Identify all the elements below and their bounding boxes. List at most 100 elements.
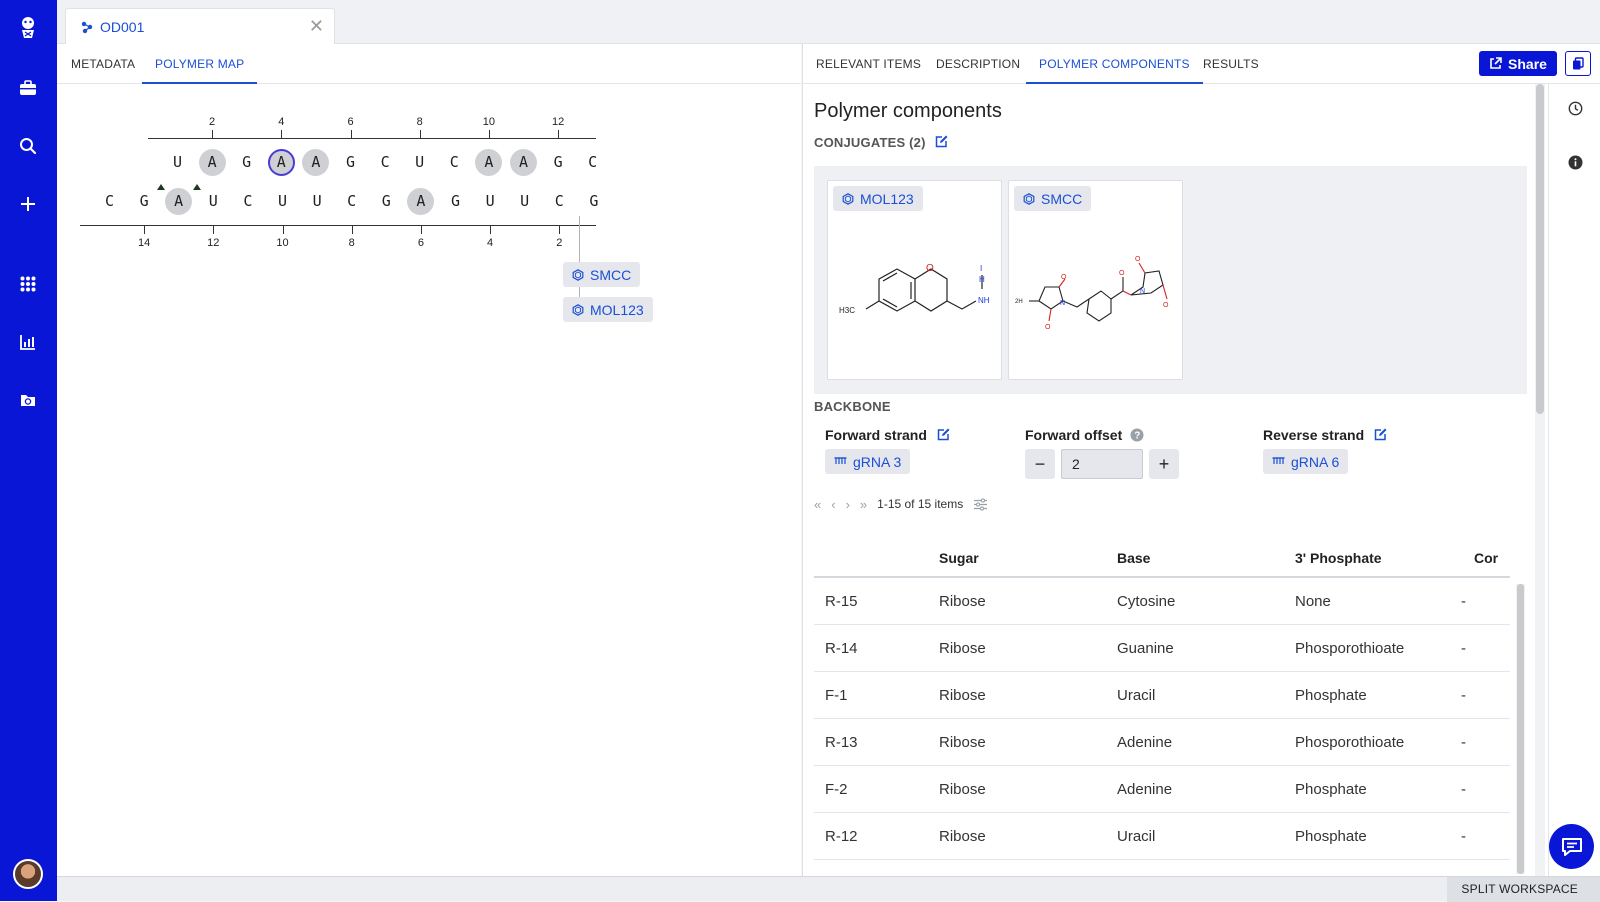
forward-nucleotide[interactable]: G — [337, 149, 364, 176]
reverse-nucleotide[interactable]: A — [165, 188, 193, 215]
reverse-nucleotide[interactable]: G — [580, 188, 607, 215]
row-id: F-1 — [825, 687, 848, 704]
document-tab[interactable]: OD001 ✕ — [65, 8, 335, 44]
close-tab-icon[interactable]: ✕ — [309, 17, 324, 35]
conjugate-card-mol123[interactable]: MOL123 O NH H I H3C — [827, 180, 1002, 380]
first-page-icon[interactable]: « — [814, 497, 821, 512]
tab-polymer-map[interactable]: POLYMER MAP — [142, 44, 258, 84]
tab-polymer-components[interactable]: POLYMER COMPONENTS — [1026, 44, 1203, 84]
table-scrollbar[interactable] — [1516, 584, 1525, 874]
search-icon[interactable] — [16, 134, 40, 158]
forward-nucleotide[interactable]: G — [233, 149, 260, 176]
edit-icon[interactable] — [1374, 428, 1387, 441]
filter-settings-icon[interactable] — [973, 497, 988, 511]
tab-results[interactable]: RESULTS — [1203, 44, 1259, 84]
reverse-nucleotide[interactable]: C — [546, 188, 573, 215]
forward-strand-chip[interactable]: gRNA 3 — [825, 449, 911, 474]
col-phosphate[interactable]: 3' Phosphate — [1295, 541, 1382, 575]
reverse-tick-label: 14 — [137, 237, 151, 249]
last-page-icon[interactable]: » — [860, 497, 867, 512]
svg-text:I: I — [980, 264, 982, 273]
apps-grid-icon[interactable] — [16, 272, 40, 296]
edit-icon[interactable] — [937, 428, 950, 441]
reverse-nucleotide[interactable]: A — [407, 188, 435, 215]
col-conjugate[interactable]: Cor — [1474, 541, 1498, 575]
forward-nucleotide[interactable]: U — [164, 149, 191, 176]
tab-metadata[interactable]: METADATA — [71, 44, 135, 84]
col-sugar[interactable]: Sugar — [939, 541, 979, 575]
conjugate-chip-smcc[interactable]: SMCC — [563, 262, 641, 287]
history-icon[interactable] — [1568, 101, 1583, 116]
share-button[interactable]: Share — [1479, 51, 1557, 76]
reverse-tick — [420, 226, 422, 234]
reverse-nucleotide[interactable]: U — [200, 188, 227, 215]
logo-icon[interactable] — [16, 16, 40, 40]
copy-button[interactable] — [1565, 51, 1591, 76]
reverse-nucleotide[interactable]: U — [269, 188, 296, 215]
reverse-nucleotide[interactable]: C — [338, 188, 365, 215]
pane-scroll-thumb[interactable] — [1536, 84, 1544, 414]
reverse-nucleotide[interactable]: U — [477, 188, 504, 215]
forward-nucleotide[interactable]: G — [545, 149, 572, 176]
forward-nucleotide[interactable]: C — [372, 149, 399, 176]
forward-nucleotide[interactable]: A — [198, 149, 226, 176]
add-icon[interactable] — [16, 192, 40, 216]
polymer-icon — [81, 21, 93, 33]
table-scroll-thumb[interactable] — [1517, 584, 1524, 874]
info-icon[interactable] — [1568, 155, 1583, 170]
row-base: Guanine — [1117, 640, 1174, 657]
row-id: R-12 — [825, 828, 858, 845]
user-avatar[interactable] — [13, 859, 43, 889]
forward-nucleotide[interactable]: A — [302, 149, 330, 176]
conjugate-chip[interactable]: MOL123 — [833, 186, 923, 211]
svg-text:O: O — [926, 263, 934, 274]
forward-nucleotide[interactable]: A — [475, 149, 503, 176]
reverse-tick — [490, 226, 492, 234]
col-base[interactable]: Base — [1117, 541, 1150, 575]
table-row[interactable]: R-14 Ribose Guanine Phosporothioate - — [814, 625, 1510, 672]
pane-scrollbar[interactable] — [1535, 84, 1545, 876]
split-workspace-button[interactable]: SPLIT WORKSPACE — [1447, 877, 1600, 902]
forward-offset-input[interactable]: 2 — [1061, 449, 1143, 479]
chat-button[interactable] — [1549, 824, 1594, 869]
increment-button[interactable]: + — [1149, 449, 1179, 479]
help-icon[interactable]: ? — [1130, 428, 1144, 442]
edit-icon[interactable] — [935, 135, 948, 148]
reverse-nucleotide[interactable]: U — [304, 188, 331, 215]
table-row[interactable]: F-2 Ribose Adenine Phosphate - — [814, 766, 1510, 813]
reverse-nucleotide[interactable]: G — [373, 188, 400, 215]
page-title: Polymer components — [814, 100, 1002, 122]
forward-nucleotide[interactable]: C — [441, 149, 468, 176]
row-sugar: Ribose — [939, 640, 986, 657]
conjugate-card-smcc[interactable]: SMCC O O O O O N N 2H — [1008, 180, 1183, 380]
reverse-nucleotide[interactable]: C — [96, 188, 123, 215]
forward-nucleotide[interactable]: A — [267, 149, 295, 176]
bar-chart-icon[interactable] — [16, 330, 40, 354]
reverse-strand-chip[interactable]: gRNA 6 — [1263, 449, 1349, 474]
conjugate-chip[interactable]: SMCC — [1014, 186, 1092, 211]
table-row[interactable]: R-13 Ribose Adenine Phosporothioate - — [814, 719, 1510, 766]
prev-page-icon[interactable]: ‹ — [831, 497, 835, 512]
decrement-button[interactable]: − — [1025, 449, 1055, 479]
table-row[interactable]: R-12 Ribose Uracil Phosphate - — [814, 813, 1510, 860]
table-row[interactable]: R-15 Ribose Cytosine None - — [814, 578, 1510, 625]
sync-folder-icon[interactable] — [16, 388, 40, 412]
chat-icon — [1561, 837, 1582, 856]
conjugate-chip-mol123[interactable]: MOL123 — [563, 297, 653, 322]
next-page-icon[interactable]: › — [846, 497, 850, 512]
reverse-nucleotide[interactable]: C — [234, 188, 261, 215]
forward-nucleotide[interactable]: A — [510, 149, 537, 176]
reverse-strand-value: gRNA 6 — [1291, 453, 1340, 470]
reverse-nucleotide[interactable]: G — [131, 188, 158, 215]
reverse-tick — [282, 226, 284, 234]
table-row[interactable]: F-1 Ribose Uracil Phosphate - — [814, 672, 1510, 719]
tab-relevant-items[interactable]: RELEVANT ITEMS — [816, 44, 921, 84]
tab-description[interactable]: DESCRIPTION — [936, 44, 1020, 84]
forward-nucleotide[interactable]: C — [579, 149, 606, 176]
reverse-nucleotide[interactable]: U — [511, 188, 538, 215]
row-base: Adenine — [1117, 734, 1173, 751]
svg-text:N: N — [1140, 288, 1145, 295]
forward-nucleotide[interactable]: U — [406, 149, 433, 176]
briefcase-icon[interactable] — [16, 76, 40, 100]
reverse-nucleotide[interactable]: G — [442, 188, 469, 215]
